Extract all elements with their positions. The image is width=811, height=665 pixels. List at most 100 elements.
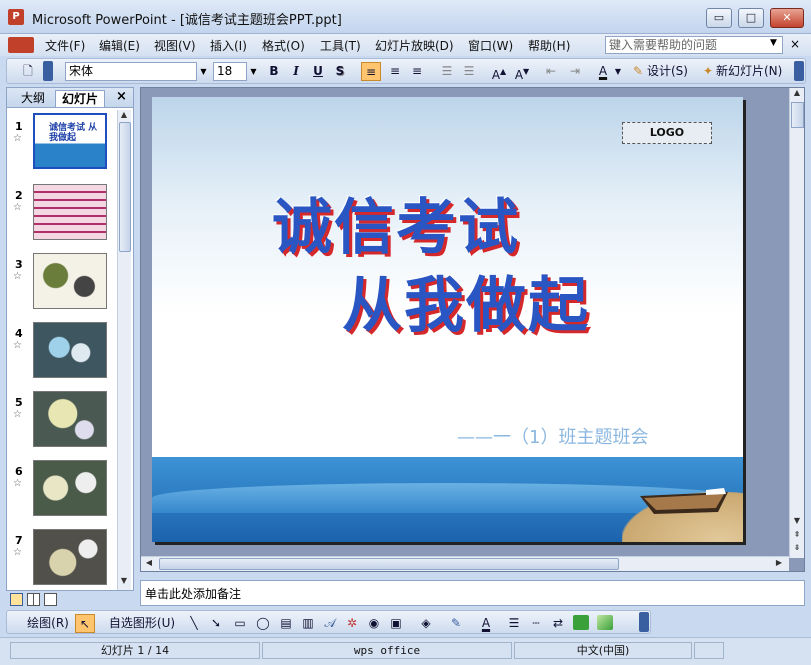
line-style-icon[interactable]: ☰ bbox=[505, 614, 523, 633]
status-empty-segment bbox=[694, 642, 724, 659]
panel-scroll-thumb[interactable] bbox=[119, 122, 131, 252]
toolbar-options-icon[interactable] bbox=[794, 61, 804, 81]
diagram-icon[interactable]: ✲ bbox=[343, 614, 361, 633]
slide-title-line1[interactable]: 诚信考试 bbox=[272, 179, 520, 266]
slide-sorter-view-icon[interactable] bbox=[27, 593, 40, 606]
tab-slides[interactable]: 幻灯片 bbox=[55, 90, 106, 107]
normal-view-icon[interactable] bbox=[10, 593, 23, 606]
oval-tool-icon[interactable]: ◯ bbox=[253, 614, 273, 633]
notes-pane[interactable]: 单击此处添加备注 bbox=[140, 580, 805, 606]
logo-placeholder[interactable]: LOGO bbox=[622, 122, 712, 144]
font-color-icon[interactable]: A bbox=[593, 62, 613, 81]
new-document-icon[interactable]: 🗋 bbox=[19, 62, 37, 81]
menu-edit[interactable]: 编辑(E) bbox=[99, 37, 140, 54]
rectangle-tool-icon[interactable]: ▭ bbox=[229, 614, 251, 633]
textbox-tool-icon[interactable]: ▤ bbox=[277, 614, 295, 633]
autoshapes-button[interactable]: 自选图形(U) bbox=[103, 614, 181, 633]
next-slide-icon[interactable]: ⇟ bbox=[791, 543, 803, 552]
menu-format[interactable]: 格式(O) bbox=[262, 37, 305, 54]
help-search-input[interactable]: 键入需要帮助的问题 bbox=[605, 36, 783, 54]
font-name-combo[interactable]: 宋体 bbox=[65, 62, 197, 81]
numbered-list-icon[interactable]: ☰ bbox=[437, 62, 457, 81]
bullet-list-icon[interactable]: ☰ bbox=[459, 62, 479, 81]
menu-tools[interactable]: 工具(T) bbox=[320, 37, 361, 54]
increase-indent-icon[interactable]: ⇥ bbox=[565, 62, 585, 81]
line-tool-icon[interactable]: ╲ bbox=[185, 614, 203, 633]
menu-file[interactable]: 文件(F) bbox=[45, 37, 85, 54]
align-right-icon[interactable]: ≡ bbox=[407, 62, 427, 81]
vertical-scrollbar[interactable]: ▲ ▼ ⇞ ⇟ bbox=[789, 88, 804, 558]
scroll-right-icon[interactable]: ▶ bbox=[773, 558, 785, 567]
scroll-down-icon[interactable]: ▼ bbox=[118, 576, 130, 585]
slide-thumbnail-2[interactable] bbox=[33, 184, 107, 240]
vertical-textbox-icon[interactable]: ▥ bbox=[299, 614, 317, 633]
panel-close-icon[interactable]: × bbox=[116, 89, 127, 104]
vertical-scroll-thumb[interactable] bbox=[791, 102, 804, 128]
decrease-indent-icon[interactable]: ⇤ bbox=[541, 62, 561, 81]
design-icon[interactable]: ✎ bbox=[631, 62, 645, 81]
italic-button[interactable]: I bbox=[287, 62, 305, 81]
font-color-dropdown-icon[interactable]: ▼ bbox=[613, 62, 623, 81]
bold-button[interactable]: B bbox=[265, 62, 283, 81]
slide-thumbnail-6[interactable] bbox=[33, 460, 107, 516]
picture-icon[interactable]: ▣ bbox=[387, 614, 405, 633]
scroll-up-icon[interactable]: ▲ bbox=[791, 88, 803, 97]
align-center-icon[interactable]: ≡ bbox=[385, 62, 405, 81]
horizontal-scroll-thumb[interactable] bbox=[159, 558, 619, 570]
menu-slideshow[interactable]: 幻灯片放映(D) bbox=[375, 37, 454, 54]
minimize-button[interactable]: ▭ bbox=[706, 8, 732, 28]
slide-subtitle[interactable]: ——一（1）班主题班会 bbox=[457, 423, 648, 449]
scroll-down-icon[interactable]: ▼ bbox=[791, 516, 803, 525]
decrease-font-icon[interactable]: A▼ bbox=[512, 62, 532, 82]
3d-style-icon[interactable] bbox=[597, 615, 613, 630]
new-slide-button[interactable]: 新幻灯片(N) bbox=[716, 62, 796, 81]
slide-thumbnail-7[interactable] bbox=[33, 529, 107, 585]
powerpoint-app-icon[interactable]: P bbox=[8, 9, 24, 25]
arrow-style-icon[interactable]: ⇄ bbox=[549, 614, 567, 633]
scroll-up-icon[interactable]: ▲ bbox=[118, 110, 130, 119]
close-button[interactable]: ✕ bbox=[770, 8, 804, 28]
arrow-tool-icon[interactable]: ➘ bbox=[207, 614, 225, 633]
horizontal-scrollbar[interactable]: ◀ ▶ bbox=[141, 556, 789, 571]
shadow-style-icon[interactable] bbox=[573, 615, 589, 630]
design-button[interactable]: 设计(S) bbox=[647, 62, 699, 81]
slide-thumbnail-1[interactable]: 诚信考试 从我做起 bbox=[33, 113, 107, 169]
scroll-left-icon[interactable]: ◀ bbox=[143, 558, 155, 567]
menu-help[interactable]: 帮助(H) bbox=[528, 37, 570, 54]
clipart-icon[interactable]: ◉ bbox=[365, 614, 383, 633]
wordart-icon[interactable]: 𝒜 bbox=[321, 614, 339, 633]
document-icon[interactable] bbox=[8, 37, 34, 53]
maximize-button[interactable]: □ bbox=[738, 8, 764, 28]
dash-style-icon[interactable]: ┄ bbox=[527, 614, 545, 633]
font-dropdown-icon[interactable]: ▼ bbox=[197, 62, 210, 81]
align-left-icon[interactable]: ≡ bbox=[361, 62, 381, 81]
help-dropdown-icon[interactable]: ▼ bbox=[770, 38, 777, 48]
tab-outline[interactable]: 大纲 bbox=[15, 90, 51, 107]
slide-thumbnail-5[interactable] bbox=[33, 391, 107, 447]
underline-button[interactable]: U bbox=[309, 62, 327, 81]
slide-thumbnail-4[interactable] bbox=[33, 322, 107, 378]
fill-color-icon[interactable]: ◈ bbox=[415, 614, 437, 633]
draw-font-color-icon[interactable]: A bbox=[475, 614, 497, 633]
slide-transition-icon: ☆ bbox=[13, 478, 22, 489]
draw-menu-button[interactable]: 绘图(R) bbox=[19, 614, 77, 633]
font-size-combo[interactable]: 18 bbox=[213, 62, 247, 81]
slide-canvas[interactable]: LOGO 诚信考试 从我做起 ——一（1）班主题班会 bbox=[152, 97, 743, 542]
line-color-icon[interactable]: ✎ bbox=[445, 614, 467, 633]
menu-window[interactable]: 窗口(W) bbox=[468, 37, 513, 54]
new-slide-icon[interactable]: ✦ bbox=[701, 62, 715, 81]
doc-close-icon[interactable]: × bbox=[790, 37, 800, 51]
shadow-button[interactable]: S bbox=[331, 62, 349, 81]
slide-thumbnail-3[interactable] bbox=[33, 253, 107, 309]
select-pointer-icon[interactable]: ↖ bbox=[75, 614, 95, 633]
drawbar-options-icon[interactable] bbox=[639, 612, 649, 632]
previous-slide-icon[interactable]: ⇞ bbox=[791, 530, 803, 539]
menu-insert[interactable]: 插入(I) bbox=[210, 37, 247, 54]
slideshow-view-icon[interactable] bbox=[44, 593, 57, 606]
increase-font-icon[interactable]: A▲ bbox=[489, 62, 509, 82]
panel-scrollbar[interactable]: ▲ ▼ bbox=[117, 110, 131, 590]
size-dropdown-icon[interactable]: ▼ bbox=[247, 62, 260, 81]
menu-view[interactable]: 视图(V) bbox=[154, 37, 196, 54]
toolbar-chevron-icon[interactable] bbox=[43, 61, 53, 81]
slide-title-line2[interactable]: 从我做起 bbox=[342, 257, 590, 344]
